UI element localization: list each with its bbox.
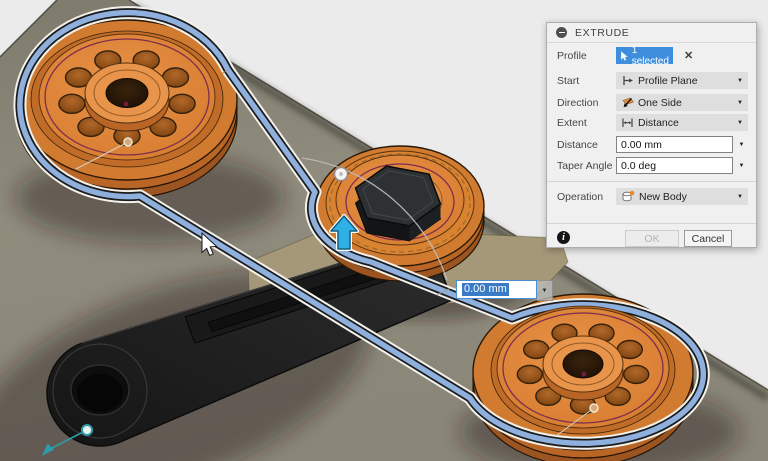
dropdown-arrow-icon: ▼ (737, 77, 743, 84)
taper-angle-value: 0.0 deg (621, 159, 657, 172)
row-direction: Direction One Side ▼ (557, 94, 748, 111)
extent-value: Distance (638, 116, 679, 129)
new-body-icon (622, 190, 635, 202)
row-operation: Operation New Body ▼ (557, 188, 748, 205)
distance-value: 0.00 mm (621, 138, 662, 151)
operation-label: Operation (557, 190, 604, 203)
cursor-select-icon (620, 50, 629, 61)
row-profile: Profile 1 selected ✕ (557, 44, 748, 67)
distance-input[interactable]: 0.00 mm (616, 136, 733, 153)
profile-point (589, 403, 599, 413)
row-distance: Distance 0.00 mm ▼ (557, 136, 748, 153)
profile-label: Profile (557, 49, 587, 62)
dropdown-arrow-icon: ▼ (737, 119, 743, 126)
direction-value: One Side (638, 96, 682, 109)
operation-value: New Body (639, 190, 687, 203)
profile-plane-icon (623, 76, 633, 85)
operation-dropdown[interactable]: New Body ▼ (616, 188, 748, 205)
dialog-header[interactable]: EXTRUDE (547, 23, 756, 43)
extent-dropdown[interactable]: Distance ▼ (616, 114, 748, 131)
extrude-dialog: EXTRUDE Profile 1 selected ✕ Start Profi… (546, 22, 757, 248)
direction-dropdown[interactable]: One Side ▼ (616, 94, 748, 111)
dropdown-arrow-icon[interactable]: ▼ (735, 142, 748, 148)
sketch-point (581, 371, 587, 377)
dropdown-arrow-icon: ▼ (737, 193, 743, 200)
separator (547, 223, 756, 224)
info-icon[interactable]: i (557, 231, 570, 244)
remove-selection-icon[interactable]: ✕ (684, 49, 693, 62)
distance-inline-input[interactable]: 0.00 mm ▼ (456, 280, 553, 301)
taper-angle-label: Taper Angle (557, 159, 613, 172)
profile-selection-text: 1 selected (631, 44, 669, 67)
separator (547, 181, 756, 182)
ok-button[interactable]: OK (625, 230, 679, 247)
cancel-button[interactable]: Cancel (684, 230, 732, 247)
profile-point (123, 137, 133, 147)
start-label: Start (557, 74, 580, 87)
sketch-point (123, 101, 129, 107)
distance-inline-value[interactable]: 0.00 mm (462, 283, 509, 296)
start-value: Profile Plane (638, 74, 698, 87)
arm-hole-depth (77, 374, 123, 412)
dialog-title: EXTRUDE (575, 26, 630, 39)
direction-label: Direction (557, 96, 599, 109)
distance-label: Distance (557, 138, 598, 151)
row-start: Start Profile Plane ▼ (557, 72, 748, 89)
row-taper: Taper Angle 0.0 deg ▼ (557, 157, 748, 174)
rotate-handle-dot (339, 172, 343, 176)
dropdown-arrow-icon[interactable]: ▼ (735, 163, 748, 169)
start-dropdown[interactable]: Profile Plane ▼ (616, 72, 748, 89)
taper-angle-input[interactable]: 0.0 deg (616, 157, 733, 174)
profile-selection-chip[interactable]: 1 selected (616, 44, 673, 67)
fusion-viewport: 0.00 mm ▼ EXTRUDE Profile 1 selected ✕ S… (0, 0, 768, 461)
dropdown-arrow-icon: ▼ (737, 99, 743, 106)
distance-icon (622, 118, 633, 127)
extent-label: Extent (557, 116, 587, 129)
dropdown-arrow-icon[interactable]: ▼ (537, 280, 553, 301)
row-extent: Extent Distance ▼ (557, 114, 748, 131)
collapse-circle-icon[interactable] (556, 27, 567, 38)
one-side-icon (622, 97, 634, 108)
